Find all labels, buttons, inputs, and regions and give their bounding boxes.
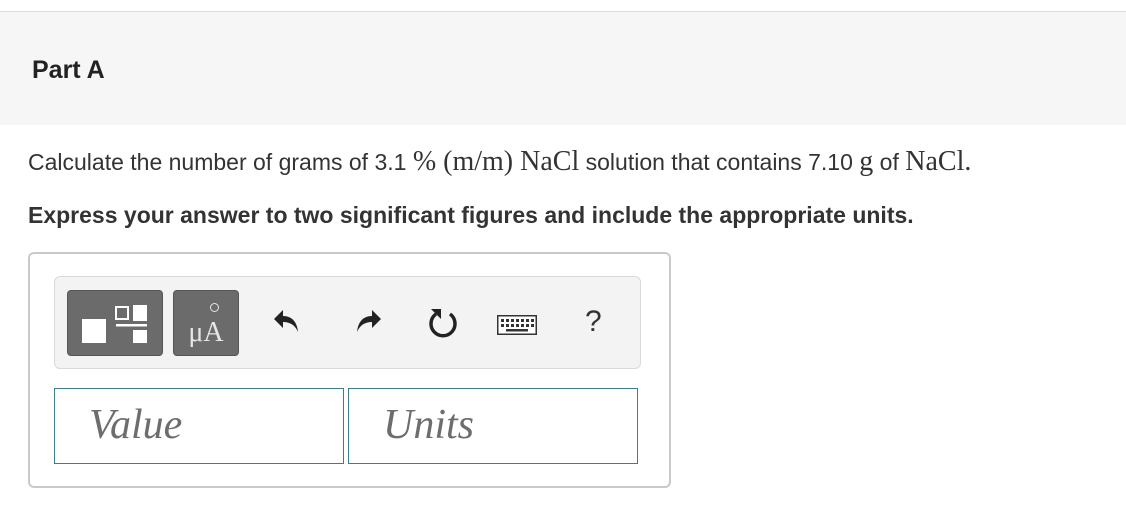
templates-button[interactable]: [67, 290, 163, 356]
question-nacl-2: NaCl: [905, 146, 965, 177]
question-of: of: [873, 149, 906, 175]
templates-icon: [82, 305, 150, 343]
reset-icon[interactable]: [426, 307, 460, 341]
part-header: Part A: [0, 12, 1126, 125]
question-text: Calculate the number of grams of 3.1 % (…: [28, 146, 971, 178]
answer-box: μA ? Value Units: [28, 252, 671, 488]
question-middle: solution that contains 7.10: [579, 149, 860, 175]
keyboard-icon[interactable]: [497, 315, 537, 335]
units-button-label: μA: [188, 317, 224, 348]
question-grams-unit: g: [859, 146, 874, 177]
question-percent: %: [412, 146, 437, 177]
part-title: Part A: [32, 56, 105, 84]
question-nacl: NaCl: [520, 146, 580, 177]
units-button[interactable]: μA: [173, 290, 239, 356]
value-placeholder: Value: [89, 402, 183, 448]
question-end: .: [964, 146, 972, 177]
value-input[interactable]: Value: [54, 388, 344, 464]
question-mm: (m/m): [443, 146, 514, 177]
question-prefix: Calculate the number of grams of 3.1: [28, 149, 413, 175]
units-input[interactable]: Units: [348, 388, 638, 464]
help-icon[interactable]: ?: [585, 305, 602, 339]
undo-icon[interactable]: [272, 307, 302, 337]
redo-icon[interactable]: [353, 307, 383, 337]
instruction-text: Express your answer to two significant f…: [28, 202, 914, 228]
angstrom-ring-icon: [210, 303, 219, 312]
math-toolbar: μA ?: [54, 276, 641, 369]
units-placeholder: Units: [383, 402, 475, 448]
